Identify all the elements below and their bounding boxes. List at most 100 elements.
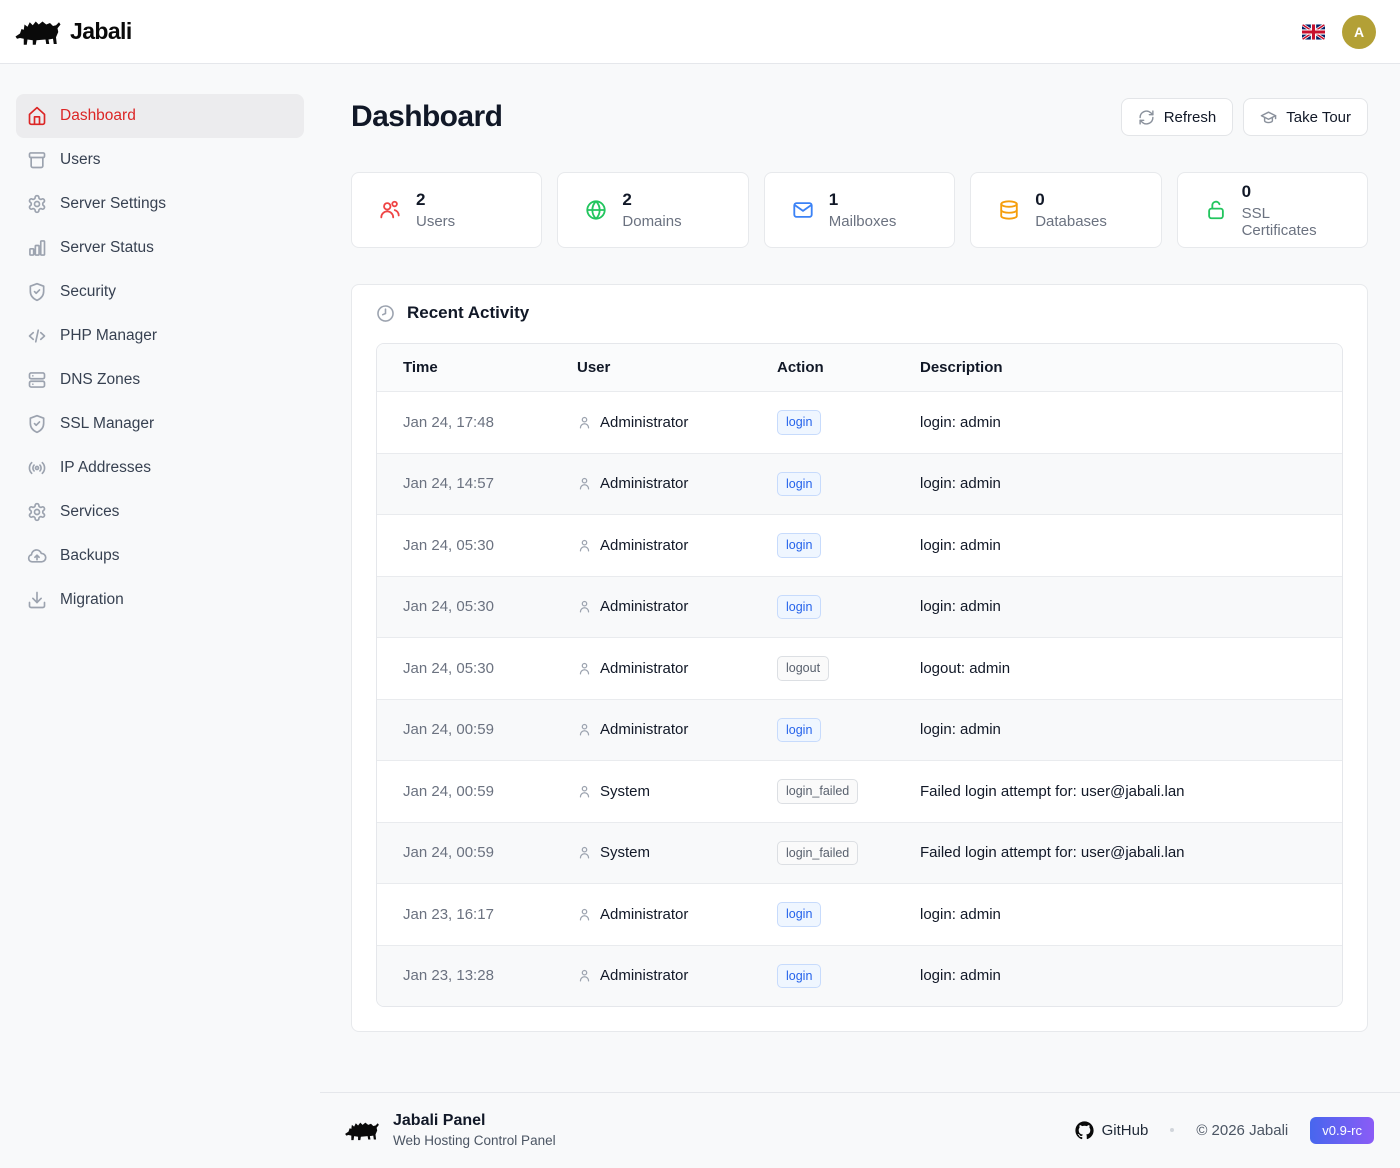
sidebar-item-security[interactable]: Security — [16, 270, 304, 314]
take-tour-button[interactable]: Take Tour — [1243, 98, 1368, 136]
action-badge: login_failed — [777, 841, 858, 866]
action-badge: login — [777, 595, 821, 620]
sidebar-item-label: DNS Zones — [60, 371, 140, 389]
database-icon — [998, 199, 1020, 221]
description-cell: login: admin — [894, 515, 1342, 577]
description-cell: login: admin — [894, 453, 1342, 515]
boar-footer-icon — [344, 1117, 380, 1144]
home-icon — [27, 106, 47, 126]
sidebar-item-backups[interactable]: Backups — [16, 534, 304, 578]
action-badge: login — [777, 410, 821, 435]
archive-icon — [27, 150, 47, 170]
person-icon — [577, 907, 592, 922]
sidebar: Dashboard Users Server Settings Server Stat… — [0, 64, 320, 1168]
table-row: Jan 24, 00:59Systemlogin_failedFailed lo… — [377, 822, 1342, 884]
stat-card-mailboxes: 1Mailboxes — [764, 172, 955, 248]
time-cell: Jan 24, 05:30 — [377, 515, 551, 577]
action-badge: login — [777, 533, 821, 558]
github-label: GitHub — [1102, 1122, 1149, 1139]
sidebar-item-label: Migration — [60, 591, 124, 609]
footer-brand: Jabali Panel — [393, 1112, 556, 1130]
description-cell: login: admin — [894, 392, 1342, 454]
time-cell: Jan 24, 00:59 — [377, 822, 551, 884]
table-row: Jan 23, 16:17Administratorloginlogin: ad… — [377, 884, 1342, 946]
action-badge: login — [777, 902, 821, 927]
table-row: Jan 24, 05:30Administrator login login: ad… — [377, 515, 1342, 577]
dot-separator — [1170, 1128, 1174, 1132]
globe-icon — [585, 199, 607, 221]
person-icon — [577, 722, 592, 737]
description-cell: logout: admin — [894, 638, 1342, 700]
table-row: Jan 24, 05:30Administratorloginlogin: ad… — [377, 576, 1342, 638]
stat-label: Users — [416, 213, 455, 230]
shield-icon — [27, 282, 47, 302]
description-cell: login: admin — [894, 884, 1342, 946]
recent-activity-card: Recent Activity Time User Action Descrip… — [351, 284, 1368, 1032]
sidebar-item-label: Services — [60, 503, 119, 521]
person-icon — [577, 845, 592, 860]
column-header-action: Action — [751, 344, 894, 392]
person-icon — [577, 968, 592, 983]
unlock-icon — [1205, 199, 1227, 221]
language-flag-button[interactable] — [1302, 24, 1325, 40]
stat-card-databases: 0 Databases — [970, 172, 1161, 248]
stat-value: 1 — [829, 190, 897, 210]
time-cell: Jan 24, 00:59 — [377, 699, 551, 761]
description-cell: login: admin — [894, 576, 1342, 638]
sidebar-item-dashboard[interactable]: Dashboard — [16, 94, 304, 138]
shield-icon — [27, 414, 47, 434]
table-row: Jan 24, 05:30Administratorlogoutlogout: … — [377, 638, 1342, 700]
github-icon — [1075, 1121, 1094, 1140]
action-badge: login_failed — [777, 779, 858, 804]
copyright: © 2026 Jabali — [1196, 1122, 1288, 1139]
refresh-icon — [1138, 109, 1155, 126]
brand[interactable]: Jabali — [14, 13, 132, 51]
sidebar-item-label: SSL Manager — [60, 415, 154, 433]
description-cell: Failed login attempt for: user@jabali.la… — [894, 761, 1342, 823]
sidebar-item-server-status[interactable]: Server Status — [16, 226, 304, 270]
person-icon — [577, 476, 592, 491]
time-cell: Jan 24, 14:57 — [377, 453, 551, 515]
sidebar-item-ip-addresses[interactable]: IP Addresses — [16, 446, 304, 490]
sidebar-item-label: Server Status — [60, 239, 154, 257]
sidebar-item-dns-zones[interactable]: DNS Zones — [16, 358, 304, 402]
sidebar-item-server-settings[interactable]: Server Settings — [16, 182, 304, 226]
stat-label: Databases — [1035, 213, 1107, 230]
stat-value: 0 — [1035, 190, 1107, 210]
stat-card-users: 2 Users — [351, 172, 542, 248]
time-cell: Jan 24, 05:30 — [377, 638, 551, 700]
stat-value: 2 — [622, 190, 681, 210]
person-icon — [577, 538, 592, 553]
user-cell: Administrator — [551, 453, 751, 515]
user-cell: Administrator — [551, 515, 751, 577]
footer-tagline: Web Hosting Control Panel — [393, 1133, 556, 1148]
time-cell: Jan 24, 05:30 — [377, 576, 551, 638]
stat-value: 0 — [1242, 182, 1340, 202]
sidebar-item-services[interactable]: Services — [16, 490, 304, 534]
radio-icon — [27, 458, 47, 478]
sidebar-item-users[interactable]: Users — [16, 138, 304, 182]
footer: Jabali Panel Web Hosting Control Panel G… — [320, 1092, 1400, 1168]
github-link[interactable]: GitHub — [1075, 1121, 1149, 1140]
description-cell: login: admin — [894, 945, 1342, 1006]
gear-icon — [27, 502, 47, 522]
avatar[interactable]: A — [1342, 15, 1376, 49]
sidebar-item-ssl-manager[interactable]: SSL Manager — [16, 402, 304, 446]
download-icon — [27, 590, 47, 610]
stat-card-ssl-certificates: 0SSL Certificates — [1177, 172, 1368, 248]
stat-value: 2 — [416, 190, 455, 210]
server-icon — [27, 370, 47, 390]
user-cell: Administrator — [551, 945, 751, 1006]
sidebar-item-migration[interactable]: Migration — [16, 578, 304, 622]
sidebar-item-php-manager[interactable]: PHP Manager — [16, 314, 304, 358]
table-row: Jan 24, 00:59Administratorloginlogin: ad… — [377, 699, 1342, 761]
sidebar-item-label: Users — [60, 151, 100, 169]
person-icon — [577, 784, 592, 799]
table-row: Jan 24, 00:59Systemlogin_failedFailed lo… — [377, 761, 1342, 823]
refresh-button[interactable]: Refresh — [1121, 98, 1234, 136]
clock-icon — [376, 304, 395, 323]
action-badge: login — [777, 964, 821, 989]
cloudup-icon — [27, 546, 47, 566]
boar-logo-icon — [14, 13, 62, 51]
sidebar-item-label: Backups — [60, 547, 119, 565]
